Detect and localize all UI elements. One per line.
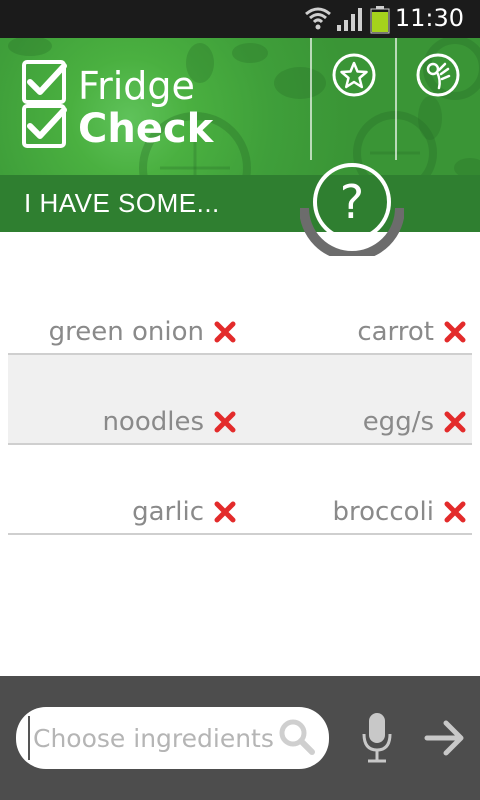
ingredient-chip: noodles xyxy=(102,407,236,437)
status-time: 11:30 xyxy=(394,4,464,32)
ingredient-grid: green onion carrot noodles egg/s garlic … xyxy=(8,265,472,535)
ingredient-label: carrot xyxy=(357,317,434,347)
help-button[interactable]: ? xyxy=(300,152,404,256)
header-divider xyxy=(310,38,312,160)
ingredient-label: green onion xyxy=(48,317,204,347)
ingredient-row: green onion carrot xyxy=(8,265,472,355)
ingredient-chip: broccoli xyxy=(333,497,466,527)
status-bar: 11:30 xyxy=(0,0,480,38)
ok-hand-icon[interactable] xyxy=(415,52,461,98)
favorites-star-icon[interactable] xyxy=(331,52,377,98)
signal-icon xyxy=(337,8,362,31)
app-header: Fridge Check I HAVE SOME... xyxy=(0,38,480,232)
ingredient-label: broccoli xyxy=(332,497,434,527)
remove-close-x-icon[interactable] xyxy=(444,321,466,343)
search-icon[interactable] xyxy=(278,718,316,756)
ingredient-search-input[interactable] xyxy=(28,716,273,760)
banner-title: I HAVE SOME... xyxy=(24,188,220,218)
ingredient-chip: carrot xyxy=(357,317,466,347)
remove-close-x-icon[interactable] xyxy=(214,501,236,523)
wifi-icon xyxy=(305,7,331,30)
ingredient-label: egg/s xyxy=(362,407,434,437)
submit-arrow-right-icon[interactable] xyxy=(424,718,466,758)
ingredient-row: garlic broccoli xyxy=(8,445,472,535)
microphone-icon[interactable] xyxy=(362,712,392,764)
app-name-line2: Check xyxy=(78,106,214,152)
remove-close-x-icon[interactable] xyxy=(444,501,466,523)
remove-close-x-icon[interactable] xyxy=(444,411,466,433)
ingredient-label: garlic xyxy=(132,497,204,527)
remove-close-x-icon[interactable] xyxy=(214,321,236,343)
ingredient-label: noodles xyxy=(102,407,204,437)
remove-close-x-icon[interactable] xyxy=(214,411,236,433)
ingredient-row: noodles egg/s xyxy=(8,355,472,445)
ingredient-chip: garlic xyxy=(132,497,236,527)
battery-icon xyxy=(370,6,390,34)
fridge-check-logo xyxy=(22,60,67,148)
app-name-line1: Fridge xyxy=(78,64,195,108)
ingredient-chip: egg/s xyxy=(363,407,466,437)
question-icon: ? xyxy=(340,175,364,229)
header-divider xyxy=(395,38,397,160)
ingredient-chip: green onion xyxy=(49,317,236,347)
